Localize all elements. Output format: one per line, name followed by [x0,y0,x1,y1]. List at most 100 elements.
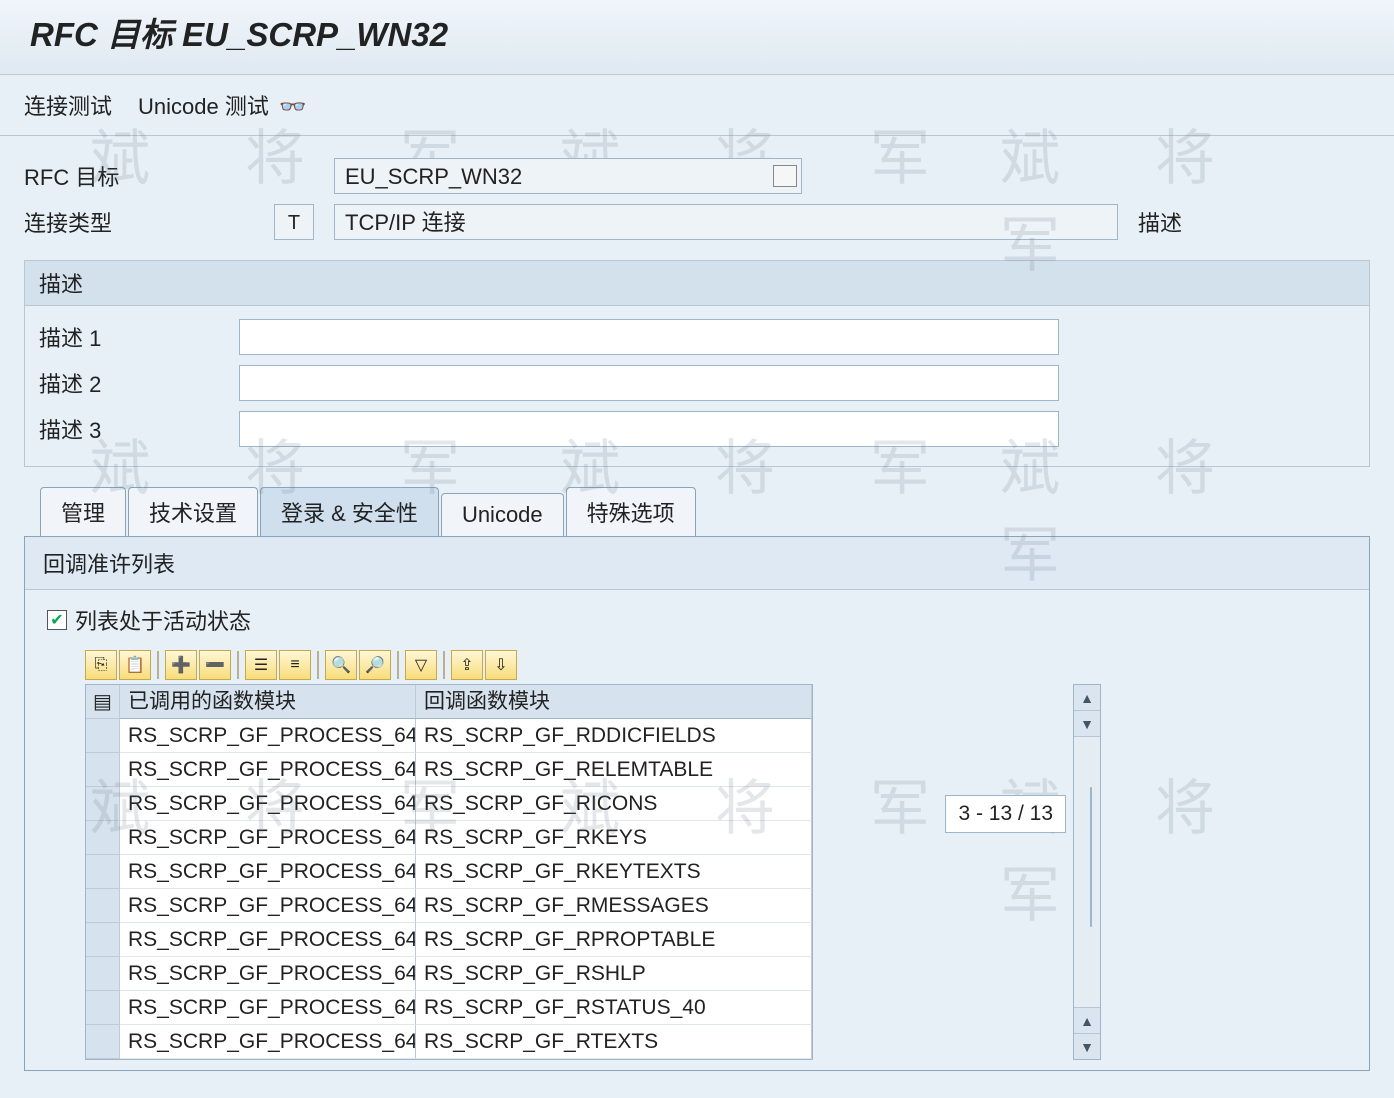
scroll-range-badge: 3 - 13 / 13 [945,795,1066,833]
connection-type-text-field: TCP/IP 连接 [334,204,1118,240]
cell-callback-module[interactable]: RS_SCRP_GF_RKEYTEXTS [416,855,812,889]
f4-help-icon[interactable] [773,165,797,187]
page-title-prefix: RFC 目标 [30,16,182,53]
callback-grid[interactable]: ▤ 已调用的函数模块 回调函数模块 RS_SCRP_GF_PROCESS_640… [85,684,813,1060]
toolbar-separator [443,651,445,679]
table-row[interactable]: RS_SCRP_GF_PROCESS_640RS_SCRP_GF_RICONS [86,787,812,821]
description-group: 描述 描述 1描述 2描述 3 [24,260,1370,467]
row-selector[interactable] [86,719,120,753]
row-selector[interactable] [86,821,120,855]
table-row[interactable]: RS_SCRP_GF_PROCESS_640RS_SCRP_GF_RSHLP [86,957,812,991]
cell-callback-module[interactable]: RS_SCRP_GF_RSHLP [416,957,812,991]
row-selector[interactable] [86,923,120,957]
paste-icon[interactable]: 📋 [119,650,151,680]
copy-icon[interactable]: ⎘ [85,650,117,680]
table-row[interactable]: RS_SCRP_GF_PROCESS_640RS_SCRP_GF_RTEXTS [86,1025,812,1059]
cell-callback-module[interactable]: RS_SCRP_GF_RTEXTS [416,1025,812,1059]
insert-row-icon[interactable]: ➕ [165,650,197,680]
cell-callback-module[interactable]: RS_SCRP_GF_RMESSAGES [416,889,812,923]
list-active-row: ✔ 列表处于活动状态 [25,590,1369,646]
table-row[interactable]: RS_SCRP_GF_PROCESS_640RS_SCRP_GF_RKEYS [86,821,812,855]
description-input-3[interactable] [239,411,1059,447]
export-icon[interactable]: ⇪ [451,650,483,680]
filter-icon[interactable]: ▽ [405,650,437,680]
tab-special-options[interactable]: 特殊选项 [566,487,696,536]
row-selector[interactable] [86,1025,120,1059]
toolbar-separator [237,651,239,679]
cell-callback-module[interactable]: RS_SCRP_GF_RPROPTABLE [416,923,812,957]
cell-callback-module[interactable]: RS_SCRP_GF_RSTATUS_40 [416,991,812,1025]
page-title: RFC 目标 EU_SCRP_WN32 [0,0,1394,75]
table-row[interactable]: RS_SCRP_GF_PROCESS_640RS_SCRP_GF_RELEMTA… [86,753,812,787]
import-icon[interactable]: ⇩ [485,650,517,680]
table-row[interactable]: RS_SCRP_GF_PROCESS_640RS_SCRP_GF_RDDICFI… [86,719,812,753]
deselect-all-icon[interactable]: ≡ [279,650,311,680]
connection-type-code-field[interactable]: T [274,204,314,240]
column-header-called[interactable]: 已调用的函数模块 [120,685,416,719]
rfc-destination-value: EU_SCRP_WN32 [345,164,522,189]
table-row[interactable]: RS_SCRP_GF_PROCESS_640RS_SCRP_GF_RKEYTEX… [86,855,812,889]
cell-called-module[interactable]: RS_SCRP_GF_PROCESS_640 [120,957,416,991]
unicode-test-button[interactable]: Unicode 测试 👓 [138,89,306,121]
cell-called-module[interactable]: RS_SCRP_GF_PROCESS_640 [120,991,416,1025]
row-selector[interactable] [86,855,120,889]
tab-body: 回调准许列表 ✔ 列表处于活动状态 ⎘ 📋 ➕ ➖ ☰ ≡ 🔍 🔎 ▽ ⇪ ⇩ … [24,536,1370,1071]
table-row[interactable]: RS_SCRP_GF_PROCESS_640RS_SCRP_GF_RPROPTA… [86,923,812,957]
tab-unicode[interactable]: Unicode [441,493,564,536]
row-selector[interactable] [86,787,120,821]
cell-called-module[interactable]: RS_SCRP_GF_PROCESS_640 [120,923,416,957]
cell-called-module[interactable]: RS_SCRP_GF_PROCESS_640 [120,753,416,787]
find-icon[interactable]: 🔍 [325,650,357,680]
row-selector[interactable] [86,991,120,1025]
tab-logon-security[interactable]: 登录 & 安全性 [260,487,439,536]
scroll-up-icon[interactable]: ▲ [1074,685,1100,711]
row-selector[interactable] [86,753,120,787]
cell-called-module[interactable]: RS_SCRP_GF_PROCESS_640 [120,1025,416,1059]
row-selector[interactable] [86,889,120,923]
callback-allowlist-title: 回调准许列表 [25,537,1369,590]
find-next-icon[interactable]: 🔎 [359,650,391,680]
list-active-label: 列表处于活动状态 [75,604,251,636]
list-active-checkbox[interactable]: ✔ [47,610,67,630]
description-label: 描述 1 [39,321,239,353]
unicode-test-label: Unicode 测试 [138,94,269,119]
connection-type-label: 连接类型 [24,206,274,238]
toolbar-separator [397,651,399,679]
select-all-icon[interactable]: ☰ [245,650,277,680]
description-label: 描述 2 [39,367,239,399]
cell-callback-module[interactable]: RS_SCRP_GF_RELEMTABLE [416,753,812,787]
scroll-up-icon[interactable]: ▼ [1074,711,1100,737]
delete-row-icon[interactable]: ➖ [199,650,231,680]
cell-callback-module[interactable]: RS_SCRP_GF_RDDICFIELDS [416,719,812,753]
column-header-callback[interactable]: 回调函数模块 [416,685,812,719]
grid-toolbar: ⎘ 📋 ➕ ➖ ☰ ≡ 🔍 🔎 ▽ ⇪ ⇩ [85,650,1369,680]
page-title-dest: EU_SCRP_WN32 [182,16,448,53]
description-row: 描述 2 [39,360,1355,406]
description-input-2[interactable] [239,365,1059,401]
rfc-destination-field[interactable]: EU_SCRP_WN32 [334,158,802,194]
rfc-destination-label: RFC 目标 [24,160,274,192]
description-group-header: 描述 [25,261,1369,306]
scroll-down-icon[interactable]: ▲ [1074,1007,1100,1033]
app-toolbar: 连接测试 Unicode 测试 👓 [0,75,1394,136]
cell-called-module[interactable]: RS_SCRP_GF_PROCESS_640 [120,719,416,753]
scroll-down-icon[interactable]: ▼ [1074,1033,1100,1059]
tab-admin[interactable]: 管理 [40,487,126,536]
description-row: 描述 1 [39,314,1355,360]
cell-callback-module[interactable]: RS_SCRP_GF_RICONS [416,787,812,821]
row-selector[interactable] [86,957,120,991]
cell-callback-module[interactable]: RS_SCRP_GF_RKEYS [416,821,812,855]
select-all-rows-icon[interactable]: ▤ [86,685,120,719]
table-row[interactable]: RS_SCRP_GF_PROCESS_640RS_SCRP_GF_RMESSAG… [86,889,812,923]
cell-called-module[interactable]: RS_SCRP_GF_PROCESS_640 [120,855,416,889]
table-row[interactable]: RS_SCRP_GF_PROCESS_640RS_SCRP_GF_RSTATUS… [86,991,812,1025]
scroll-thumb[interactable] [1090,787,1092,927]
description-input-1[interactable] [239,319,1059,355]
form-area: RFC 目标 EU_SCRP_WN32 连接类型 T TCP/IP 连接 描述 [0,136,1394,254]
cell-called-module[interactable]: RS_SCRP_GF_PROCESS_640 [120,821,416,855]
connection-test-button[interactable]: 连接测试 [24,89,112,121]
cell-called-module[interactable]: RS_SCRP_GF_PROCESS_640 [120,787,416,821]
tab-tech-settings[interactable]: 技术设置 [128,487,258,536]
cell-called-module[interactable]: RS_SCRP_GF_PROCESS_640 [120,889,416,923]
vertical-scrollbar[interactable]: ▲ ▼ ▲ ▼ 3 - 13 / 13 [1073,684,1101,1060]
